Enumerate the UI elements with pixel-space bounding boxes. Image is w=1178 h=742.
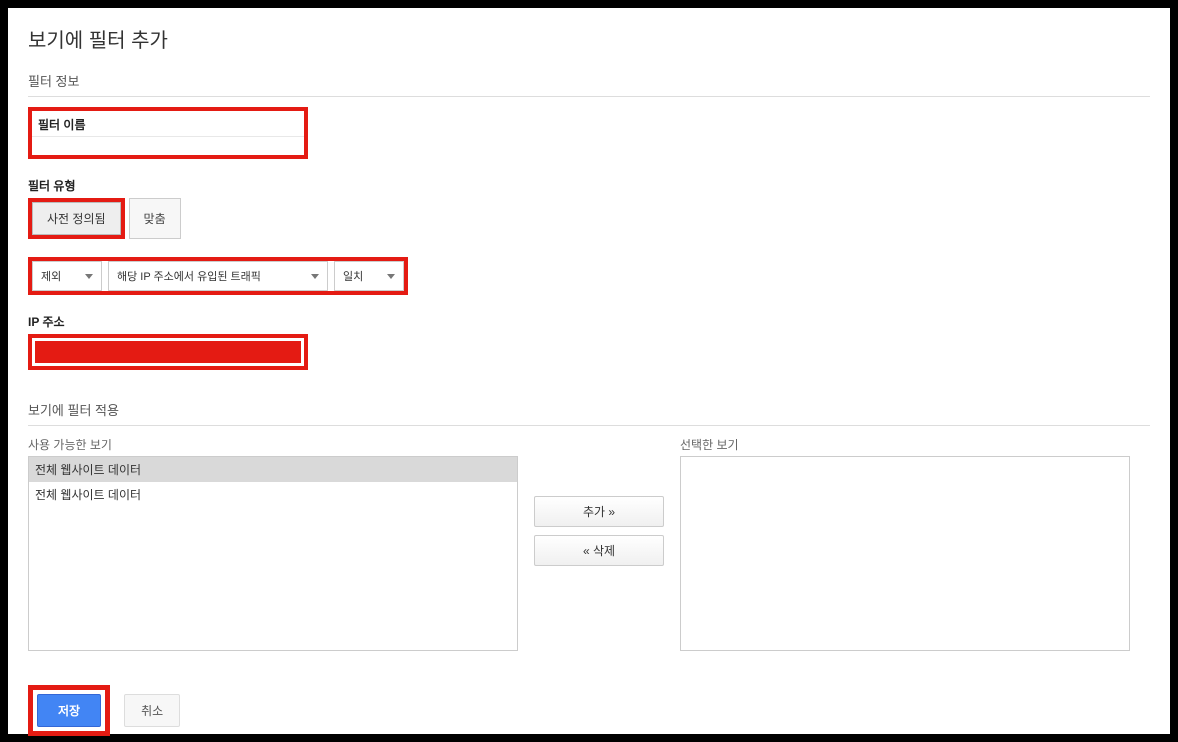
apply-filter-section: 보기에 필터 적용 사용 가능한 보기 전체 웹사이트 데이터 전체 웹사이트 … — [28, 400, 1150, 651]
list-item[interactable]: 전체 웹사이트 데이터 — [29, 482, 517, 507]
filter-name-input[interactable] — [32, 137, 304, 160]
chevron-down-icon — [311, 274, 319, 279]
filter-rule-highlight: 제외 해당 IP 주소에서 유입된 트래픽 일치 — [28, 257, 408, 295]
custom-button[interactable]: 맞춤 — [129, 198, 181, 239]
filter-name-label: 필터 이름 — [32, 111, 304, 135]
page-title: 보기에 필터 추가 — [28, 24, 1150, 53]
exclude-dropdown-label: 제외 — [41, 268, 61, 284]
traffic-source-dropdown[interactable]: 해당 IP 주소에서 유입된 트래픽 — [108, 261, 328, 291]
predefined-button[interactable]: 사전 정의됨 — [32, 202, 121, 235]
footer-actions: 저장 취소 — [28, 685, 1150, 736]
filter-name-highlight: 필터 이름 — [28, 107, 308, 159]
cancel-button[interactable]: 취소 — [124, 694, 180, 727]
traffic-source-dropdown-label: 해당 IP 주소에서 유입된 트래픽 — [117, 268, 261, 284]
chevron-down-icon — [85, 274, 93, 279]
ip-address-label: IP 주소 — [28, 313, 1150, 330]
transfer-buttons: 추가 » « 삭제 — [518, 496, 680, 566]
predefined-highlight: 사전 정의됨 — [28, 198, 125, 239]
apply-filter-heading: 보기에 필터 적용 — [28, 400, 1150, 426]
selected-views-list[interactable] — [680, 456, 1130, 651]
filter-info-section: 필터 정보 필터 이름 필터 유형 사전 정의됨 맞춤 제외 해당 IP 주소에… — [28, 71, 1150, 370]
remove-button[interactable]: « 삭제 — [534, 535, 664, 566]
ip-address-section: IP 주소 — [28, 313, 1150, 370]
available-views-column: 사용 가능한 보기 전체 웹사이트 데이터 전체 웹사이트 데이터 — [28, 436, 518, 651]
available-views-list[interactable]: 전체 웹사이트 데이터 전체 웹사이트 데이터 — [28, 456, 518, 651]
selected-views-label: 선택한 보기 — [680, 436, 1130, 453]
save-highlight: 저장 — [28, 685, 110, 736]
filter-type-toggle: 사전 정의됨 맞춤 — [28, 198, 181, 239]
filter-info-heading: 필터 정보 — [28, 71, 1150, 97]
add-button[interactable]: 추가 » — [534, 496, 664, 527]
ip-address-highlight — [28, 334, 308, 370]
filter-type-label: 필터 유형 — [28, 177, 1150, 194]
chevron-down-icon — [387, 274, 395, 279]
available-views-label: 사용 가능한 보기 — [28, 436, 518, 453]
selected-views-column: 선택한 보기 — [680, 436, 1130, 651]
save-button[interactable]: 저장 — [37, 694, 101, 727]
match-dropdown-label: 일치 — [343, 268, 363, 284]
match-dropdown[interactable]: 일치 — [334, 261, 404, 291]
ip-address-input[interactable] — [35, 341, 301, 363]
list-item[interactable]: 전체 웹사이트 데이터 — [29, 457, 517, 482]
exclude-dropdown[interactable]: 제외 — [32, 261, 102, 291]
